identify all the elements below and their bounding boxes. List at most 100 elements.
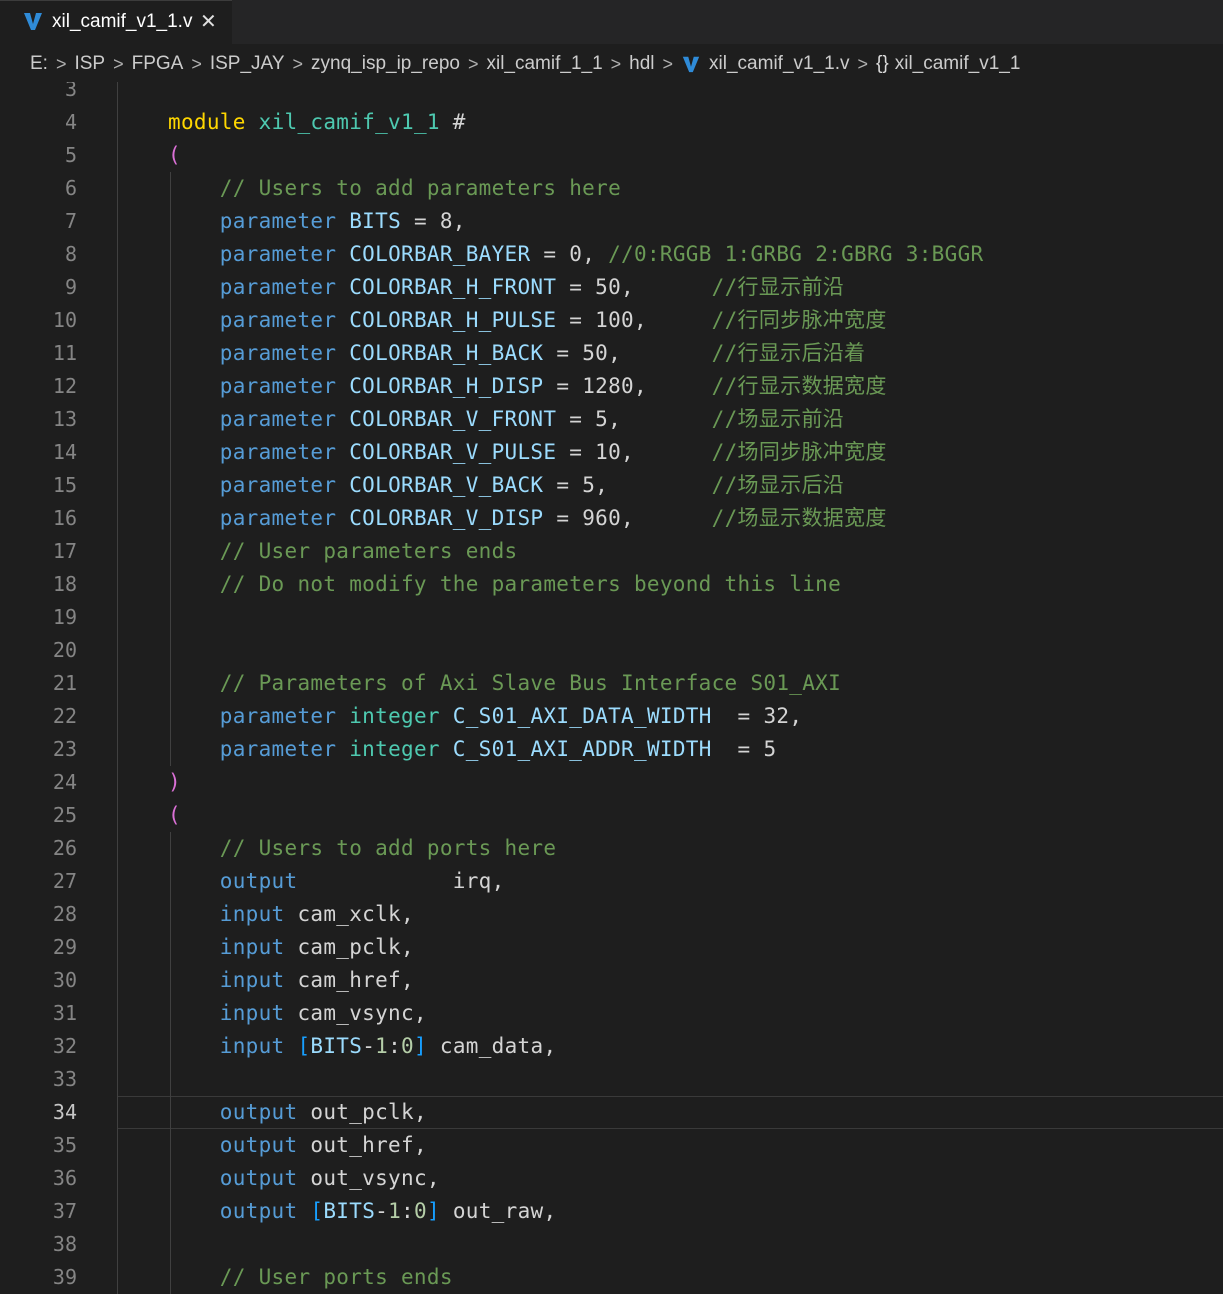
code-token: parameter <box>219 341 337 365</box>
code-token: //行显示前沿 <box>711 275 845 299</box>
breadcrumb-item[interactable]: ISP_JAY <box>210 53 285 75</box>
code-text: ( <box>168 139 181 172</box>
code-token: [ <box>297 1034 311 1058</box>
code-line[interactable]: 38 <box>0 1228 1223 1261</box>
code-line[interactable]: 32 input [BITS-1:0] cam_data, <box>0 1030 1223 1063</box>
code-line[interactable]: 10 parameter COLORBAR_H_PULSE = 100, //行… <box>0 304 1223 337</box>
tab-xil-camif[interactable]: xil_camif_v1_1.v ✕ <box>0 0 232 44</box>
code-editor[interactable]: 3 4 module xil_camif_v1_1 #5(6 // Users to… <box>0 82 1223 1294</box>
code-line[interactable]: 21 // Parameters of Axi Slave Bus Interf… <box>0 667 1223 700</box>
code-line[interactable]: 8 parameter COLORBAR_BAYER = 0, //0:RGGB… <box>0 238 1223 271</box>
code-line[interactable]: 11 parameter COLORBAR_H_BACK = 50, //行显示… <box>0 337 1223 370</box>
code-token: - <box>375 1199 389 1223</box>
code-line[interactable]: 5( <box>0 139 1223 172</box>
code-line[interactable]: 23 parameter integer C_S01_AXI_ADDR_WIDT… <box>0 733 1223 766</box>
close-icon[interactable]: ✕ <box>200 9 217 33</box>
code-line[interactable]: 6 // Users to add parameters here <box>0 172 1223 205</box>
code-line[interactable]: 37 output [BITS-1:0] out_raw, <box>0 1195 1223 1228</box>
breadcrumb-item[interactable]: hdl <box>629 53 654 75</box>
breadcrumb-item[interactable]: E: <box>30 53 48 75</box>
code-line[interactable]: 7 parameter BITS = 8, <box>0 205 1223 238</box>
code-line[interactable]: 13 parameter COLORBAR_V_FRONT = 5, //场显示… <box>0 403 1223 436</box>
code-token: = 100, <box>556 308 712 332</box>
code-token: BITS <box>349 209 402 233</box>
code-token: = 960, <box>543 506 712 530</box>
breadcrumb-item[interactable]: ISP <box>74 53 105 75</box>
code-line[interactable]: 20 <box>0 634 1223 667</box>
tab-bar: xil_camif_v1_1.v ✕ <box>0 0 1223 44</box>
code-token: = 50, <box>556 275 712 299</box>
code-line[interactable]: 15 parameter COLORBAR_V_BACK = 5, //场显示后… <box>0 469 1223 502</box>
code-text: output out_href, <box>168 1129 427 1162</box>
code-line[interactable]: 17 // User parameters ends <box>0 535 1223 568</box>
line-number: 11 <box>52 341 77 365</box>
line-number: 16 <box>52 506 77 530</box>
breadcrumb-item[interactable]: xil_camif_1_1 <box>486 53 602 75</box>
verilog-v-icon <box>24 13 42 30</box>
code-line[interactable]: 28 input cam_xclk, <box>0 898 1223 931</box>
code-line[interactable]: 34 output out_pclk, <box>0 1096 1223 1129</box>
chevron-right-icon: > <box>55 53 67 74</box>
code-line[interactable]: 19 <box>0 601 1223 634</box>
breadcrumb-file[interactable]: xil_camif_v1_1.v <box>709 53 849 75</box>
code-line[interactable]: 3 <box>0 82 1223 106</box>
code-line[interactable]: 18 // Do not modify the parameters beyon… <box>0 568 1223 601</box>
code-line[interactable]: 27 output irq, <box>0 865 1223 898</box>
line-number: 26 <box>52 836 77 860</box>
code-line[interactable]: 31 input cam_vsync, <box>0 997 1223 1030</box>
code-token: ] <box>426 1199 440 1223</box>
code-line[interactable]: 26 // Users to add ports here <box>0 832 1223 865</box>
code-token: cam_pclk, <box>284 935 414 959</box>
code-line[interactable]: 22 parameter integer C_S01_AXI_DATA_WIDT… <box>0 700 1223 733</box>
chevron-right-icon: > <box>467 53 479 74</box>
breadcrumb-symbol[interactable]: xil_camif_v1_1 <box>895 53 1021 75</box>
breadcrumb-item[interactable]: FPGA <box>132 53 184 75</box>
breadcrumb-item[interactable]: zynq_isp_ip_repo <box>311 53 460 75</box>
code-token: //行同步脉冲宽度 <box>711 308 887 332</box>
indent-guide <box>170 172 171 766</box>
code-token: xil_camif_v1_1 <box>258 110 440 134</box>
code-text: ) <box>168 766 181 799</box>
code-line[interactable]: 25 ( <box>0 799 1223 832</box>
code-token: = 32, <box>711 704 803 728</box>
code-line[interactable]: 39 // User ports ends <box>0 1261 1223 1294</box>
line-number: 39 <box>52 1265 77 1289</box>
code-line[interactable]: 16 parameter COLORBAR_V_DISP = 960, //场显… <box>0 502 1223 535</box>
line-number: 30 <box>52 968 77 992</box>
code-token: out_vsync, <box>297 1166 440 1190</box>
code-text: // Parameters of Axi Slave Bus Interface… <box>168 667 841 700</box>
code-line[interactable]: 4 module xil_camif_v1_1 # <box>0 106 1223 139</box>
code-token: cam_data, <box>426 1034 557 1058</box>
symbol-module-icon: {} <box>876 53 889 74</box>
line-number: 36 <box>52 1166 77 1190</box>
code-line[interactable]: 24) <box>0 766 1223 799</box>
code-token: = 5, <box>543 473 712 497</box>
line-number: 4 <box>64 110 77 134</box>
code-token: //场显示前沿 <box>711 407 845 431</box>
code-text: parameter COLORBAR_BAYER = 0, //0:RGGB 1… <box>168 238 983 271</box>
code-line[interactable]: 30 input cam_href, <box>0 964 1223 997</box>
code-line[interactable]: 35 output out_href, <box>0 1129 1223 1162</box>
code-line[interactable]: 9 parameter COLORBAR_H_FRONT = 50, //行显示… <box>0 271 1223 304</box>
code-text: // Users to add parameters here <box>168 172 621 205</box>
code-token: // Users to add ports here <box>219 836 557 860</box>
code-token: ] <box>414 1034 427 1058</box>
code-line[interactable]: 12 parameter COLORBAR_H_DISP = 1280, //行… <box>0 370 1223 403</box>
code-line[interactable]: 33 <box>0 1063 1223 1096</box>
code-line[interactable]: 36 output out_vsync, <box>0 1162 1223 1195</box>
code-token: module <box>168 110 246 134</box>
code-line[interactable]: 14 parameter COLORBAR_V_PULSE = 10, //场同… <box>0 436 1223 469</box>
code-line[interactable]: 29 input cam_pclk, <box>0 931 1223 964</box>
